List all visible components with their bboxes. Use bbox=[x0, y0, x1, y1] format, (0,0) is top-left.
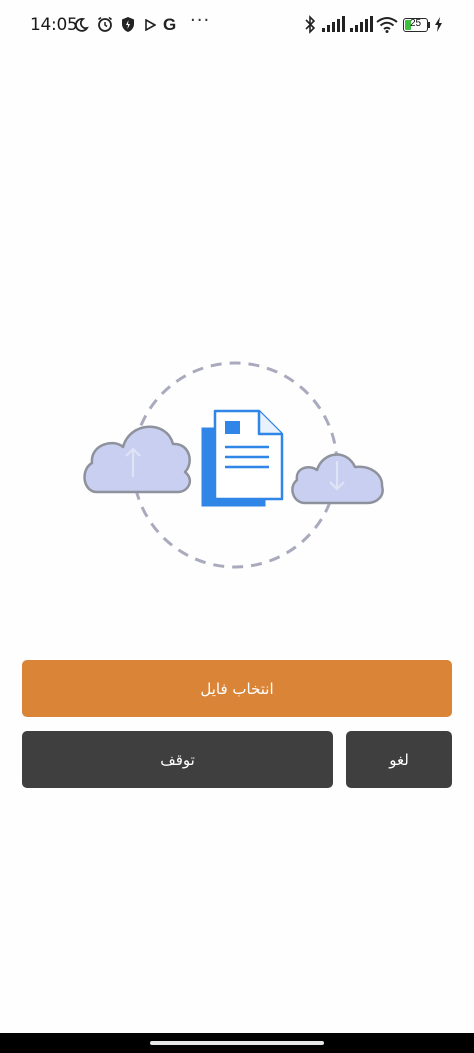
moon-icon bbox=[74, 18, 89, 32]
play-icon bbox=[145, 19, 156, 31]
signal-icon bbox=[322, 16, 345, 32]
bluetooth-icon bbox=[305, 15, 316, 34]
cancel-label: لغو bbox=[389, 750, 409, 769]
cancel-button[interactable]: لغو bbox=[346, 731, 452, 788]
wifi-icon bbox=[376, 17, 398, 33]
status-time: 14:05 bbox=[30, 15, 78, 35]
more-dots-icon: ··· bbox=[190, 10, 211, 31]
battery-icon: 25 bbox=[403, 18, 428, 32]
navigation-bar bbox=[0, 1033, 474, 1053]
status-bar: 14:05 G ··· 25 bbox=[0, 0, 474, 52]
select-file-button[interactable]: انتخاب فایل bbox=[22, 660, 452, 717]
upload-illustration bbox=[83, 361, 384, 569]
google-icon: G bbox=[163, 15, 177, 34]
alarm-icon bbox=[98, 16, 112, 32]
shield-icon bbox=[122, 17, 134, 32]
home-gesture-handle[interactable] bbox=[150, 1041, 324, 1045]
signal-icon bbox=[350, 16, 373, 32]
pause-label: توقف bbox=[160, 750, 195, 769]
pause-button[interactable]: توقف bbox=[22, 731, 333, 788]
upload-cloud-icon bbox=[83, 425, 192, 494]
select-file-label: انتخاب فایل bbox=[200, 679, 274, 698]
document-icon bbox=[201, 409, 284, 507]
download-cloud-icon bbox=[291, 453, 384, 505]
battery-level: 25 bbox=[409, 18, 422, 29]
charging-icon bbox=[435, 17, 442, 32]
